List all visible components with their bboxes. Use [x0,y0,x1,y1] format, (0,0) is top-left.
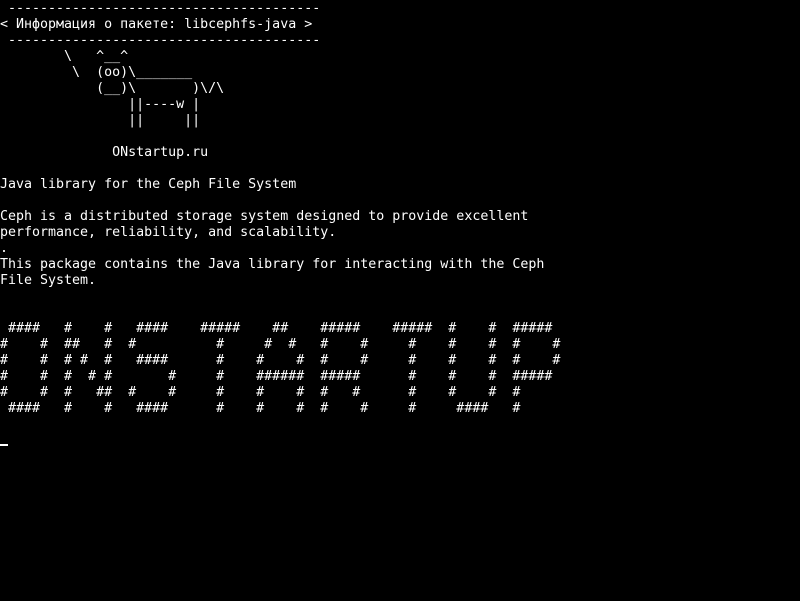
banner-title: < Информация о пакете: libcephfs-java > [0,17,313,32]
site-credit: ONstartup.ru [0,145,209,160]
cowsay-art-line-3: (__)\ )\/\ [0,81,225,96]
ascii-banner-row-1: #### # # #### ##### ## ##### ##### # # #… [0,321,553,336]
ascii-banner-row-3: # # # # # #### # # # # # # # # # # [0,353,561,368]
description-line-4: File System. [0,273,97,288]
cowsay-art-line-2: \ (oo)\_______ [0,65,193,80]
description-line-3: This package contains the Java library f… [0,257,545,272]
ascii-banner-row-2: # # ## # # # # # # # # # # # # [0,337,561,352]
ascii-banner-row-5: # # # ## # # # # # # # # # # # [0,385,521,400]
cowsay-art-line-5: || || [0,113,201,128]
banner-bottom-border: --------------------------------------- [0,33,321,48]
description-line-2: performance, reliability, and scalabilit… [0,225,337,240]
banner-top-border: --------------------------------------- [0,1,321,16]
terminal-screen[interactable]: --------------------------------------- … [0,0,800,601]
ascii-banner-row-6: #### # # #### # # # # # # #### # [0,401,521,416]
cowsay-art-line-4: ||----w | [0,97,201,112]
cowsay-art-line-1: \ ^__^ [0,49,129,64]
ascii-banner-row-4: # # # # # # # ###### ##### # # # ##### [0,369,553,384]
text-cursor [0,444,8,446]
description-line-1: Ceph is a distributed storage system des… [0,209,529,224]
description-separator: . [0,241,9,256]
package-summary: Java library for the Ceph File System [0,177,297,192]
